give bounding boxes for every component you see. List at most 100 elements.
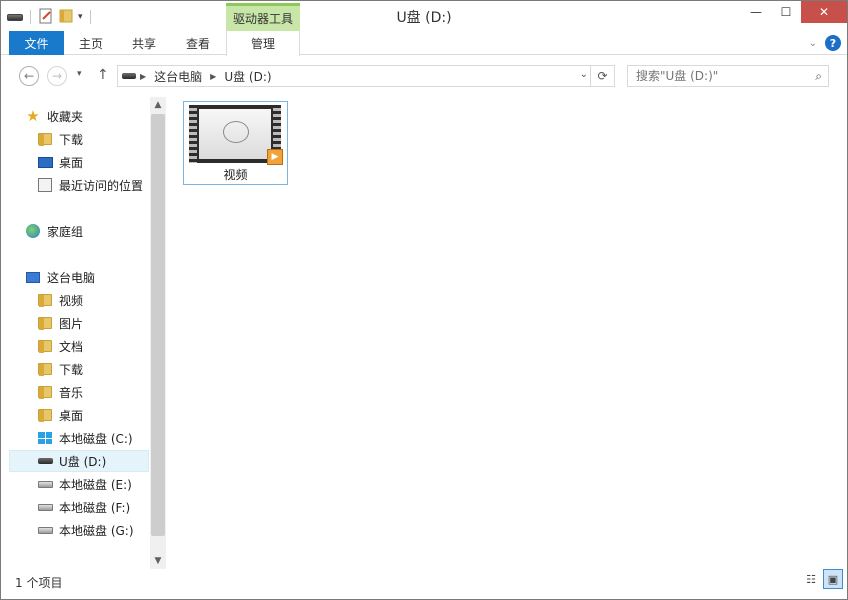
explorer-window: ▾ 驱动器工具 U盘 (D:) — ☐ ✕ 文件 主页 共享 查看 管理 ⌄ ?… [0, 0, 848, 600]
sidebar-item-label: 图片 [59, 316, 84, 331]
sidebar-item-music[interactable]: 音乐 [37, 381, 149, 403]
up-button[interactable]: ↑ [97, 67, 109, 83]
search-input[interactable] [628, 66, 798, 86]
back-button[interactable]: ← [19, 66, 39, 86]
sidebar-scrollbar[interactable]: ▲ ▼ [150, 97, 166, 569]
sidebar-item-videos[interactable]: 视频 [37, 289, 149, 311]
scroll-up-icon[interactable]: ▲ [150, 97, 166, 113]
details-view-icon[interactable]: ☷ [801, 569, 821, 589]
view-buttons: ☷ ▣ [801, 569, 843, 589]
video-frame [199, 109, 271, 159]
maximize-button[interactable]: ☐ [771, 1, 801, 23]
file-list: ▶ 视频 [169, 93, 841, 569]
help-icon[interactable]: ? [825, 35, 841, 51]
file-name: 视频 [223, 168, 248, 182]
video-thumbnail: ▶ [189, 105, 283, 165]
sidebar-item-label: 本地磁盘 (F:) [59, 500, 131, 515]
sidebar-item-label: 最近访问的位置 [59, 178, 144, 193]
breadcrumb-this-pc[interactable]: 这台电脑 [150, 68, 206, 85]
tab-share[interactable]: 共享 [119, 31, 169, 55]
recent-locations-icon[interactable]: ▾ [77, 69, 82, 79]
sidebar-item-label: 这台电脑 [47, 270, 96, 285]
search-icon[interactable]: ⌕ [815, 69, 822, 84]
sidebar-item-label: 下载 [59, 362, 84, 377]
videos-folder-icon [37, 292, 53, 308]
sidebar-item-label: 本地磁盘 (E:) [59, 477, 132, 492]
address-drive-icon [122, 73, 136, 79]
sidebar-item-label: 家庭组 [47, 224, 84, 239]
title-bar: ▾ 驱动器工具 U盘 (D:) — ☐ ✕ [1, 1, 847, 31]
sidebar-item-label: 视频 [59, 293, 84, 308]
tab-file[interactable]: 文件 [9, 31, 64, 55]
star-icon: ★ [26, 106, 40, 125]
sidebar-item-pictures[interactable]: 图片 [37, 312, 149, 334]
navigation-pane: ★ 收藏夹 下载 桌面 最近访问的位置 家庭组 这台电脑 视频 图片 文档 下载… [9, 97, 149, 569]
usb-drive-icon [37, 453, 53, 469]
window-title: U盘 (D:) [396, 10, 452, 26]
sidebar-item-this-pc[interactable]: 这台电脑 [25, 266, 149, 288]
downloads-folder-icon [37, 361, 53, 377]
file-item-video[interactable]: ▶ 视频 [183, 101, 288, 185]
tab-view[interactable]: 查看 [173, 31, 223, 55]
expand-ribbon-icon[interactable]: ⌄ [809, 38, 817, 49]
sidebar-item-favorites[interactable]: ★ 收藏夹 [25, 105, 149, 127]
sidebar-item-drive-d[interactable]: U盘 (D:) [9, 450, 149, 472]
sidebar-item-label: 本地磁盘 (C:) [59, 431, 133, 446]
sidebar-item-downloads-pc[interactable]: 下载 [37, 358, 149, 380]
address-bar[interactable]: ▶ 这台电脑 ▶ U盘 (D:) ⌄ ⟳ [117, 65, 615, 87]
sidebar-item-label: 文档 [59, 339, 84, 354]
scrollbar-thumb[interactable] [151, 114, 165, 536]
computer-icon [25, 269, 41, 285]
new-folder-icon[interactable] [58, 8, 74, 27]
play-icon: ▶ [267, 149, 283, 165]
minimize-button[interactable]: — [741, 1, 771, 23]
downloads-folder-icon [37, 131, 53, 147]
address-dropdown-icon[interactable]: ⌄ [580, 69, 588, 80]
sidebar-item-desktop[interactable]: 桌面 [37, 151, 149, 173]
sidebar-item-drive-c[interactable]: 本地磁盘 (C:) [37, 427, 149, 449]
ribbon-controls: ⌄ ? [809, 35, 841, 51]
recent-places-icon [37, 177, 53, 193]
sidebar-item-label: 音乐 [59, 385, 84, 400]
forward-button[interactable]: → [47, 66, 67, 86]
homegroup-icon [25, 223, 41, 239]
sidebar-item-label: U盘 (D:) [59, 454, 107, 469]
item-count: 1 个项目 [15, 576, 63, 590]
sidebar-item-drive-f[interactable]: 本地磁盘 (F:) [37, 496, 149, 518]
sidebar-item-label: 桌面 [59, 408, 84, 423]
breadcrumb-arrow-2[interactable]: ▶ [206, 72, 220, 81]
sidebar-item-documents[interactable]: 文档 [37, 335, 149, 357]
large-icons-view-icon[interactable]: ▣ [823, 569, 843, 589]
hard-drive-icon [37, 499, 53, 515]
sidebar-item-label: 本地磁盘 (G:) [59, 523, 134, 538]
documents-folder-icon [37, 338, 53, 354]
breadcrumb-drive[interactable]: U盘 (D:) [220, 68, 275, 85]
qat-separator [30, 10, 31, 24]
drive-icon[interactable] [7, 13, 23, 21]
sidebar-item-desktop-pc[interactable]: 桌面 [37, 404, 149, 426]
sidebar-item-downloads[interactable]: 下载 [37, 128, 149, 150]
tab-home[interactable]: 主页 [67, 31, 115, 55]
navigation-bar: ← → ▾ ↑ ▶ 这台电脑 ▶ U盘 (D:) ⌄ ⟳ ⌕ [1, 61, 847, 91]
close-button[interactable]: ✕ [801, 1, 847, 23]
film-strip [189, 105, 197, 163]
tab-manage[interactable]: 管理 [226, 31, 300, 56]
sidebar-item-homegroup[interactable]: 家庭组 [25, 220, 149, 242]
scroll-down-icon[interactable]: ▼ [150, 553, 166, 569]
search-box[interactable]: ⌕ [627, 65, 829, 87]
camera-image [223, 121, 249, 143]
sidebar-item-label: 收藏夹 [47, 109, 84, 124]
sidebar-item-label: 下载 [59, 132, 84, 147]
pictures-folder-icon [37, 315, 53, 331]
refresh-icon[interactable]: ⟳ [590, 66, 614, 86]
breadcrumb-arrow[interactable]: ▶ [136, 72, 150, 81]
customize-qat-icon[interactable]: ▾ [78, 12, 83, 22]
music-folder-icon [37, 384, 53, 400]
qat-separator-2 [89, 10, 91, 24]
sidebar-item-drive-g[interactable]: 本地磁盘 (G:) [37, 519, 149, 541]
desktop-folder-icon [37, 407, 53, 423]
sidebar-item-recent[interactable]: 最近访问的位置 [37, 174, 149, 196]
sidebar-item-drive-e[interactable]: 本地磁盘 (E:) [37, 473, 149, 495]
properties-icon[interactable] [38, 8, 54, 27]
system-drive-icon [37, 430, 53, 446]
